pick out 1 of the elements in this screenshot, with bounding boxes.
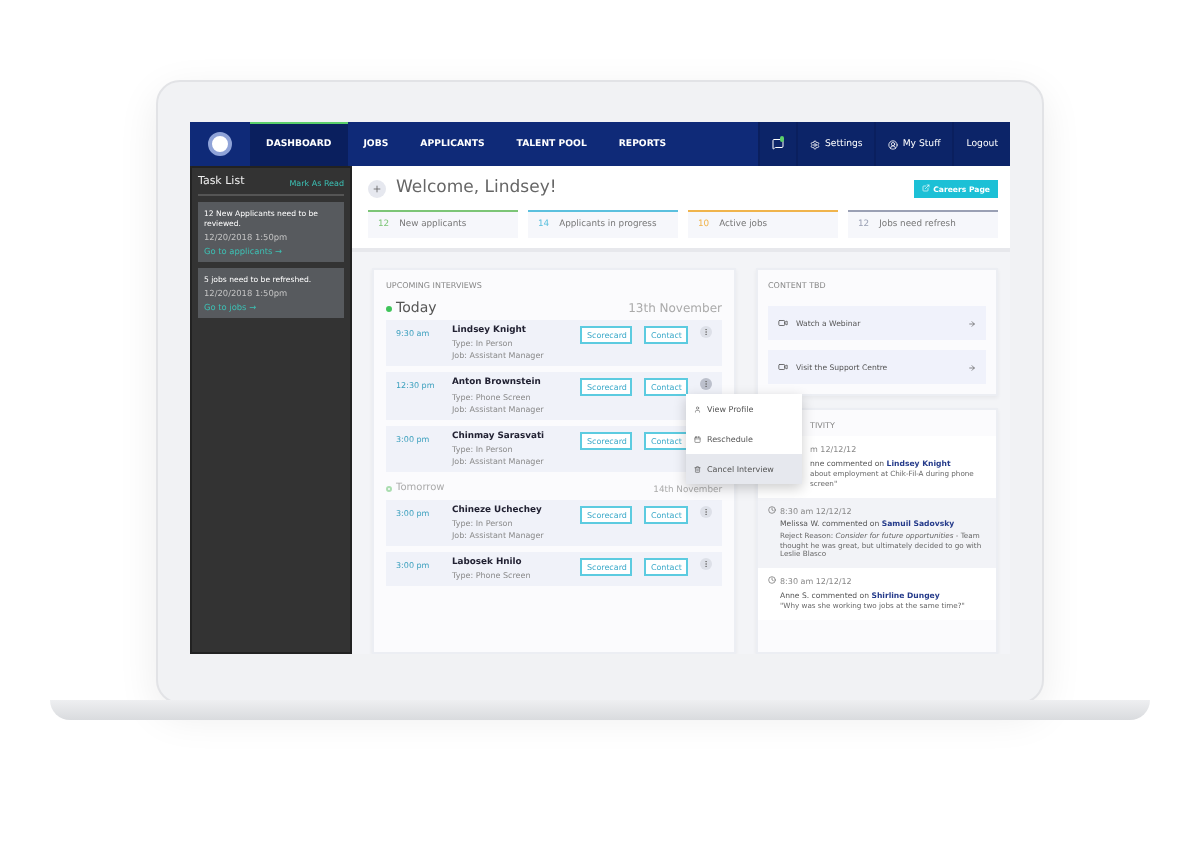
welcome-heading: Welcome, Lindsey!	[396, 178, 557, 198]
